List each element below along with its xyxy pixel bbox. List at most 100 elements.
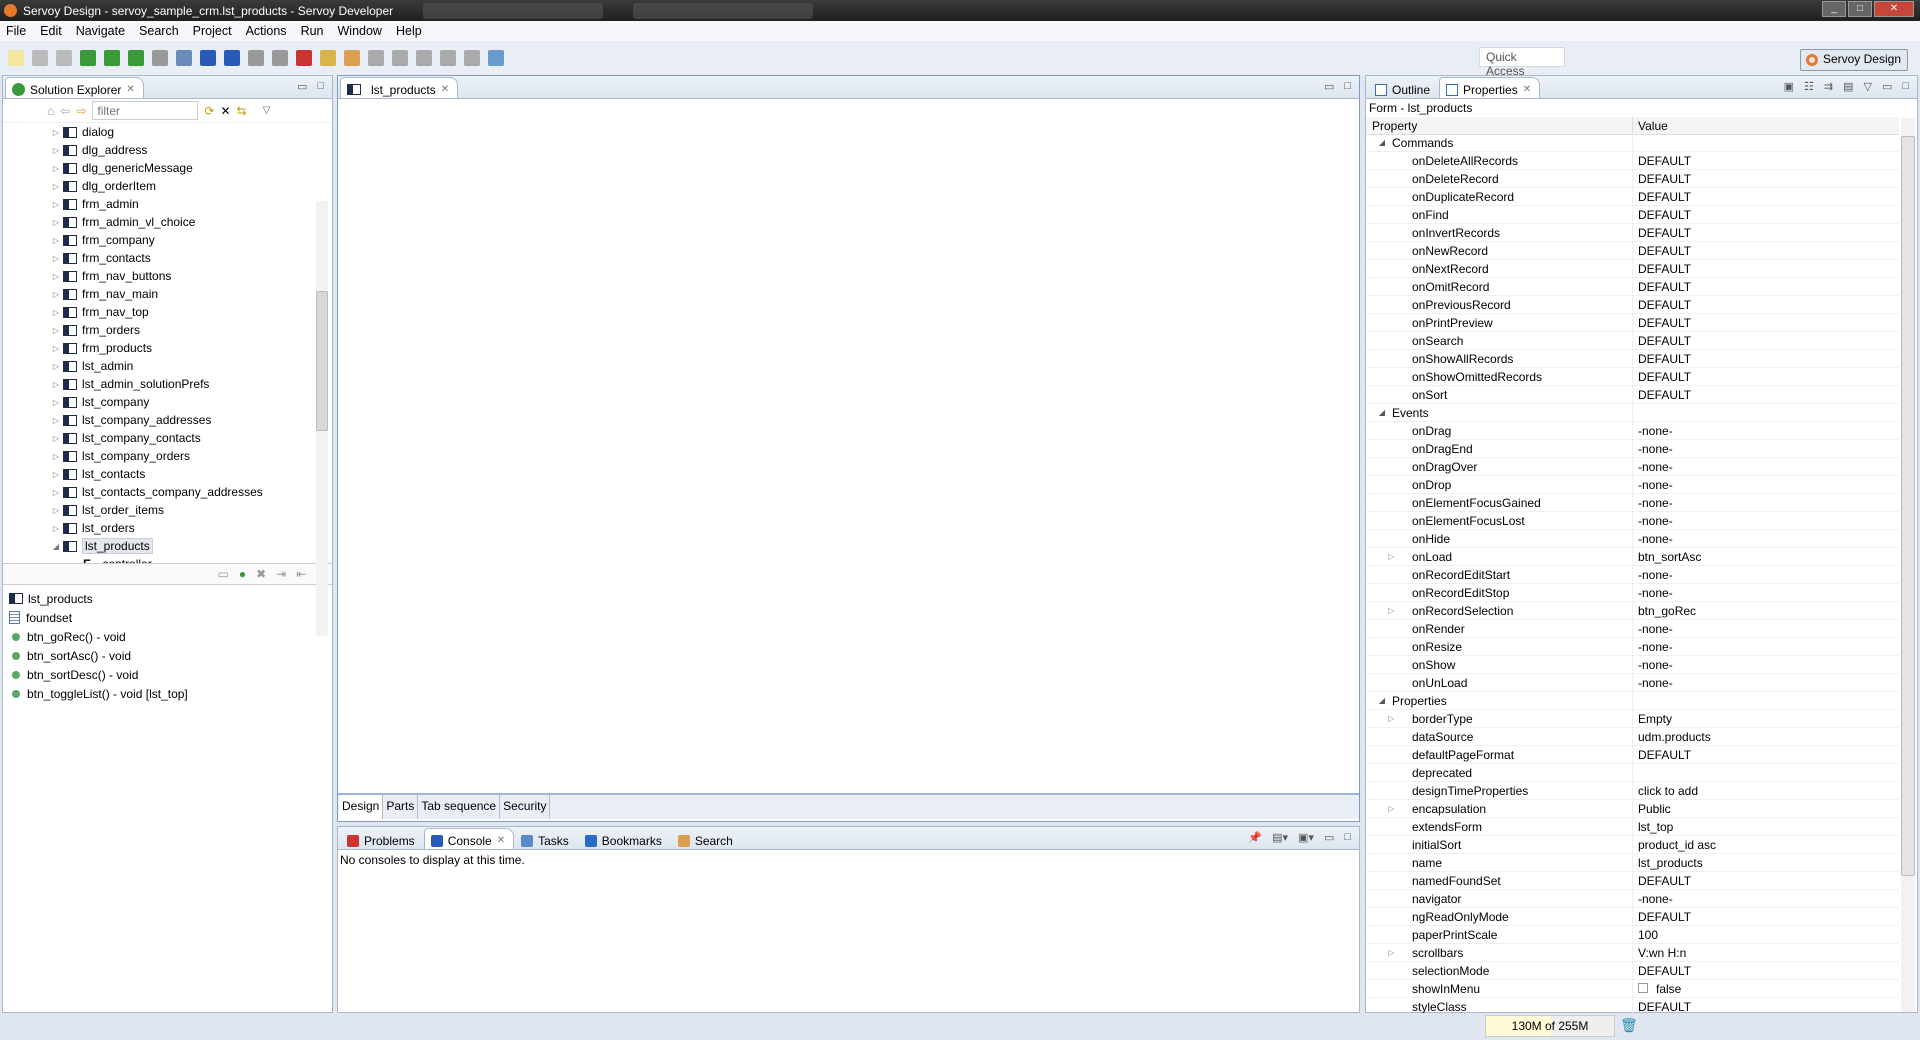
tree-item[interactable]: ▷ frm_products — [49, 339, 332, 357]
property-row[interactable]: onRecordEditStart -none- — [1366, 566, 1899, 584]
ng-client-icon[interactable] — [224, 50, 240, 66]
property-row[interactable]: onNewRecord DEFAULT — [1366, 242, 1899, 260]
property-category[interactable]: ◢ Events — [1366, 404, 1899, 422]
restore-default-icon[interactable]: ▤ — [1843, 80, 1853, 93]
minimize-icon[interactable]: ▭ — [1882, 80, 1892, 93]
tree-item[interactable]: ▷ frm_orders — [49, 321, 332, 339]
expand-arrow-icon[interactable]: ▷ — [49, 398, 63, 407]
property-category[interactable]: ◢ Properties — [1366, 692, 1899, 710]
outline-item[interactable]: lst_products — [9, 589, 332, 608]
tree-item[interactable]: ▷ lst_company_orders — [49, 447, 332, 465]
sync-icon[interactable]: ⟳ — [204, 104, 214, 118]
save-icon[interactable] — [32, 50, 48, 66]
expand-arrow-icon[interactable]: ▷ — [49, 362, 63, 371]
property-value[interactable]: lst_products — [1638, 856, 1703, 870]
property-value[interactable]: DEFAULT — [1638, 334, 1691, 348]
property-row[interactable]: onFind DEFAULT — [1366, 206, 1899, 224]
property-row[interactable]: onDuplicateRecord DEFAULT — [1366, 188, 1899, 206]
property-row[interactable]: onNextRecord DEFAULT — [1366, 260, 1899, 278]
tree-item[interactable]: ▷ frm_company — [49, 231, 332, 249]
menu-actions[interactable]: Actions — [246, 24, 287, 38]
view-menu-icon[interactable]: ▽ — [1863, 80, 1871, 93]
property-value[interactable]: DEFAULT — [1638, 316, 1691, 330]
property-value[interactable]: DEFAULT — [1638, 352, 1691, 366]
rename-icon[interactable]: ▭ — [218, 567, 229, 581]
properties-scrollbar[interactable] — [1901, 118, 1915, 1012]
tab-parts[interactable]: Parts — [383, 795, 419, 819]
property-row[interactable]: onElementFocusGained -none- — [1366, 494, 1899, 512]
property-value[interactable]: -none- — [1638, 532, 1673, 546]
filter-input[interactable] — [92, 101, 199, 120]
tree-item[interactable]: ▷ frm_nav_buttons — [49, 267, 332, 285]
tree-item[interactable]: ▷ lst_admin_solutionPrefs — [49, 375, 332, 393]
tree-item[interactable]: ▷ frm_nav_top — [49, 303, 332, 321]
minimize-icon[interactable]: ▭ — [297, 80, 307, 93]
expand-arrow-icon[interactable]: ▷ — [1388, 552, 1412, 561]
expand-arrow-icon[interactable]: ▷ — [1388, 948, 1412, 957]
maximize-icon[interactable]: □ — [1344, 831, 1351, 844]
show-advanced-icon[interactable]: ⇉ — [1824, 80, 1833, 93]
property-row[interactable]: name lst_products — [1366, 854, 1899, 872]
new-method-icon[interactable]: ● — [239, 567, 246, 581]
property-value[interactable]: V:wn H:n — [1638, 946, 1686, 960]
property-value[interactable]: DEFAULT — [1638, 244, 1691, 258]
property-value[interactable]: Empty — [1638, 712, 1672, 726]
tree-item[interactable]: ▷ frm_admin — [49, 195, 332, 213]
expand-arrow-icon[interactable]: ▷ — [49, 164, 63, 173]
expand-arrow-icon[interactable]: ▷ — [49, 218, 63, 227]
tree-item[interactable]: ◢ lst_products — [49, 537, 332, 555]
property-row[interactable]: ▷ onRecordSelection btn_goRec — [1366, 602, 1899, 620]
expand-arrow-icon[interactable]: ▷ — [49, 290, 63, 299]
property-row[interactable]: onHide -none- — [1366, 530, 1899, 548]
collapse-all-icon[interactable]: ✕ — [220, 104, 230, 118]
tree-item[interactable]: ▷ lst_company_addresses — [49, 411, 332, 429]
tree-item[interactable]: ▷ lst_contacts_company_addresses — [49, 483, 332, 501]
property-row[interactable]: ngReadOnlyMode DEFAULT — [1366, 908, 1899, 926]
property-value[interactable]: DEFAULT — [1638, 298, 1691, 312]
property-row[interactable]: onPreviousRecord DEFAULT — [1366, 296, 1899, 314]
menu-search[interactable]: Search — [139, 24, 179, 38]
property-row[interactable]: onDragEnd -none- — [1366, 440, 1899, 458]
expand-arrow-icon[interactable]: ▷ — [49, 470, 63, 479]
property-row[interactable]: onShow -none- — [1366, 656, 1899, 674]
property-row[interactable]: navigator -none- — [1366, 890, 1899, 908]
property-row[interactable]: dataSource udm.products — [1366, 728, 1899, 746]
property-row[interactable]: onRecordEditStop -none- — [1366, 584, 1899, 602]
link-editor-icon[interactable]: ⇆ — [237, 104, 247, 118]
expand-arrow-icon[interactable]: ▷ — [49, 434, 63, 443]
delete-icon[interactable]: ✖ — [256, 567, 266, 581]
menu-edit[interactable]: Edit — [40, 24, 62, 38]
deploy-icon[interactable] — [296, 50, 312, 66]
property-row[interactable]: onSearch DEFAULT — [1366, 332, 1899, 350]
tab-lst-products[interactable]: lst_products ✕ — [340, 77, 459, 98]
property-value[interactable]: DEFAULT — [1638, 226, 1691, 240]
tab-tab-sequence[interactable]: Tab sequence — [418, 795, 501, 819]
web-client-icon[interactable] — [200, 50, 216, 66]
property-row[interactable]: initialSort product_id asc — [1366, 836, 1899, 854]
sql-icon[interactable] — [320, 50, 336, 66]
property-value[interactable]: Public — [1638, 802, 1671, 816]
minimize-icon[interactable]: ▭ — [1324, 831, 1334, 844]
tab-bookmarks[interactable]: Bookmarks — [578, 828, 671, 849]
maximize-icon[interactable]: □ — [1902, 80, 1909, 93]
menu-window[interactable]: Window — [338, 24, 382, 38]
connect-icon[interactable] — [176, 50, 192, 66]
tab-properties[interactable]: Properties ✕ — [1439, 77, 1541, 98]
home-icon[interactable]: ⌂ — [47, 104, 54, 118]
show-categories-icon[interactable]: ☷ — [1804, 80, 1814, 93]
property-value[interactable]: -none- — [1638, 424, 1673, 438]
tab-console[interactable]: Console ✕ — [423, 828, 515, 849]
expand-arrow-icon[interactable]: ▷ — [49, 524, 63, 533]
expand-arrow-icon[interactable]: ▷ — [49, 200, 63, 209]
quick-access-input[interactable]: Quick Access — [1479, 47, 1565, 78]
expand-arrow-icon[interactable]: ▷ — [49, 416, 63, 425]
tree-item[interactable]: ▷ frm_nav_main — [49, 285, 332, 303]
property-value[interactable]: -none- — [1638, 568, 1673, 582]
property-row[interactable]: onDeleteAllRecords DEFAULT — [1366, 152, 1899, 170]
property-value[interactable]: -none- — [1638, 892, 1673, 906]
close-icon[interactable]: ✕ — [126, 84, 134, 95]
tree-item[interactable]: ▷ lst_company_contacts — [49, 429, 332, 447]
move-sample-icon[interactable]: ⇤ — [296, 567, 306, 581]
outline-item[interactable]: btn_toggleList() - void [lst_top] — [9, 684, 332, 703]
expand-arrow-icon[interactable]: ▷ — [49, 272, 63, 281]
